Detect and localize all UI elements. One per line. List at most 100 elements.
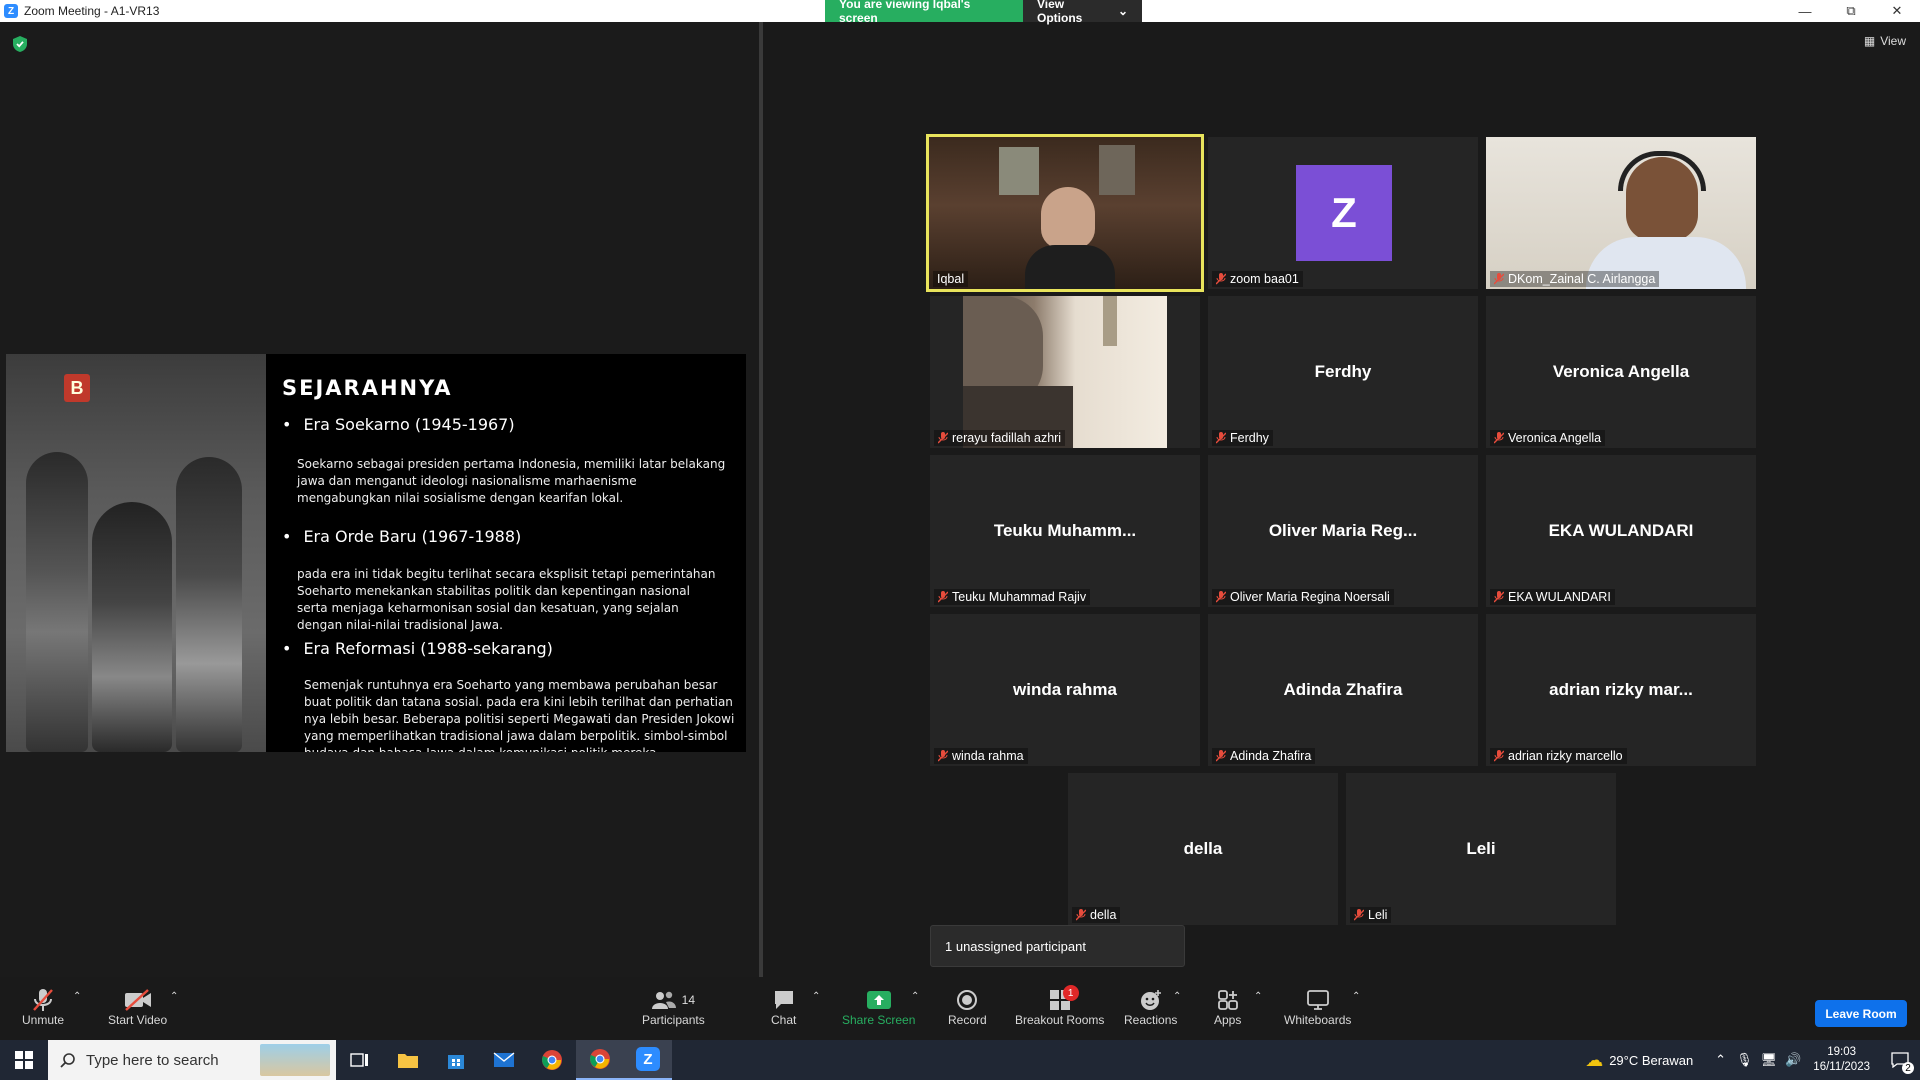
participant-tile[interactable]: EKA WULANDARI EKA WULANDARI	[1486, 455, 1756, 607]
chat-button[interactable]: Chat	[771, 987, 796, 1027]
whiteboards-button[interactable]: Whiteboards	[1284, 987, 1351, 1027]
participant-tile[interactable]: della della	[1068, 773, 1338, 925]
participant-tile[interactable]: Adinda Zhafira Adinda Zhafira	[1208, 614, 1478, 766]
participant-tile[interactable]: adrian rizky mar... adrian rizky marcell…	[1486, 614, 1756, 766]
participant-tile[interactable]: Z zoom baa01	[1208, 137, 1478, 289]
window-controls: — ⧉ ✕	[1782, 0, 1920, 22]
participant-name: Adinda Zhafira	[1212, 748, 1316, 764]
muted-mic-icon	[1494, 432, 1504, 444]
search-icon	[60, 1053, 75, 1068]
reactions-button[interactable]: Reactions	[1124, 987, 1177, 1027]
breakout-rooms-icon: 1	[1049, 985, 1079, 1013]
participant-name: adrian rizky marcello	[1490, 748, 1627, 764]
taskbar-search[interactable]: Type here to search	[48, 1040, 336, 1080]
muted-mic-icon	[1494, 273, 1504, 285]
video-feed	[963, 296, 1167, 448]
share-options-caret[interactable]: ⌃	[911, 991, 919, 1002]
meeting-toolbar: Unmute ⌃ Start Video ⌃ 14 Participants C…	[0, 977, 1920, 1040]
chrome-profile-icon[interactable]	[576, 1040, 624, 1080]
participant-display-name: EKA WULANDARI	[1548, 521, 1694, 540]
notifications-icon[interactable]: 2	[1880, 1040, 1920, 1080]
era-heading: Era Orde Baru (1967-1988)	[282, 527, 521, 546]
unassigned-participant-notice[interactable]: 1 unassigned participant	[930, 925, 1185, 967]
breakout-rooms-button[interactable]: 1 Breakout Rooms	[1015, 985, 1104, 1027]
participant-tile[interactable]: winda rahma winda rahma	[930, 614, 1200, 766]
view-options-button[interactable]: View Options ⌄	[1023, 0, 1142, 25]
participant-tile[interactable]: Iqbal	[926, 134, 1204, 292]
chat-options-caret[interactable]: ⌃	[812, 991, 820, 1002]
participant-tile[interactable]: Ferdhy Ferdhy	[1208, 296, 1478, 448]
clock[interactable]: 19:03 16/11/2023	[1813, 1045, 1870, 1075]
muted-mic-icon	[1216, 432, 1226, 444]
video-feed	[1486, 137, 1756, 289]
notification-count: 2	[1902, 1062, 1914, 1074]
share-screen-button[interactable]: Share Screen	[842, 987, 915, 1027]
participant-display-name: Adinda Zhafira	[1283, 680, 1403, 699]
zoom-app-icon[interactable]: Z	[624, 1040, 672, 1080]
whiteboards-options-caret[interactable]: ⌃	[1352, 991, 1360, 1002]
search-placeholder: Type here to search	[86, 1051, 219, 1069]
participant-tile[interactable]: rerayu fadillah azhri	[930, 296, 1200, 448]
file-explorer-icon[interactable]	[384, 1040, 432, 1080]
leave-room-button[interactable]: Leave Room	[1815, 1000, 1907, 1027]
apps-options-caret[interactable]: ⌃	[1254, 991, 1262, 1002]
muted-mic-icon	[938, 432, 948, 444]
participant-tile[interactable]: Teuku Muhamm... Teuku Muhammad Rajiv	[930, 455, 1200, 607]
view-button[interactable]: ▦ View	[1864, 34, 1906, 48]
unmute-options-caret[interactable]: ⌃	[73, 991, 81, 1002]
slide-logo-icon: B	[64, 374, 90, 402]
reactions-options-caret[interactable]: ⌃	[1173, 991, 1181, 1002]
participant-tile[interactable]: Leli Leli	[1346, 773, 1616, 925]
participants-icon: 14	[651, 987, 696, 1013]
participants-count: 14	[681, 993, 696, 1007]
restore-icon[interactable]: ⧉	[1828, 0, 1874, 22]
participant-tile[interactable]: Veronica Angella Veronica Angella	[1486, 296, 1756, 448]
participant-name: Leli	[1350, 907, 1392, 923]
participant-name: Iqbal	[933, 271, 969, 287]
record-button[interactable]: Record	[948, 987, 987, 1027]
zoom-logo-icon: Z	[4, 4, 18, 18]
participants-button[interactable]: 14 Participants	[642, 987, 705, 1027]
era-description: pada era ini tidak begitu terlihat secar…	[297, 567, 716, 632]
viewing-status: You are viewing Iqbal's screen	[825, 0, 1023, 25]
share-screen-icon	[866, 987, 892, 1013]
participant-tile[interactable]: Oliver Maria Reg... Oliver Maria Regina …	[1208, 455, 1478, 607]
store-icon[interactable]	[432, 1040, 480, 1080]
mail-icon[interactable]	[480, 1040, 528, 1080]
grid-icon: ▦	[1863, 34, 1876, 48]
shield-icon[interactable]	[13, 36, 27, 52]
chrome-icon[interactable]	[528, 1040, 576, 1080]
chevron-down-icon: ⌄	[1117, 4, 1128, 18]
windows-start-icon[interactable]	[0, 1040, 48, 1080]
slide-title: SEJARAHNYA	[282, 376, 453, 400]
participant-tile[interactable]: DKom_Zainal C. Airlangga	[1486, 137, 1756, 289]
participant-name: EKA WULANDARI	[1490, 589, 1615, 605]
breakout-badge: 1	[1062, 985, 1079, 1001]
participant-display-name: della	[1183, 839, 1223, 858]
chevron-up-icon[interactable]: ⌃	[1715, 1052, 1726, 1068]
split-divider[interactable]	[759, 22, 763, 977]
weather-cloud-icon[interactable]: ☁	[1585, 1050, 1603, 1071]
smiley-icon	[1140, 987, 1162, 1013]
apps-button[interactable]: Apps	[1214, 987, 1241, 1027]
muted-mic-icon	[1216, 750, 1226, 762]
participant-name: Veronica Angella	[1490, 430, 1606, 446]
windows-taskbar: Type here to search Z ☁ 29°C Berawan ⌃ 🎙…	[0, 1040, 1920, 1080]
unmute-button[interactable]: Unmute	[22, 987, 64, 1027]
network-icon[interactable]: 🖥	[1761, 1052, 1778, 1068]
task-view-icon[interactable]	[336, 1040, 384, 1080]
weather-status[interactable]: 29°C Berawan	[1609, 1053, 1693, 1068]
start-video-button[interactable]: Start Video	[108, 987, 167, 1027]
close-icon[interactable]: ✕	[1874, 0, 1920, 22]
video-options-caret[interactable]: ⌃	[170, 991, 178, 1002]
participant-name: Ferdhy	[1212, 430, 1273, 446]
muted-mic-icon	[1216, 273, 1226, 285]
window-title: Zoom Meeting - A1-VR13	[24, 4, 160, 18]
muted-mic-icon	[1494, 591, 1504, 603]
microphone-icon[interactable]: 🎙	[1736, 1052, 1753, 1068]
viewing-banner: You are viewing Iqbal's screen View Opti…	[825, 0, 1142, 25]
minimize-icon[interactable]: —	[1782, 0, 1828, 22]
volume-icon[interactable]: 🔊	[1785, 1052, 1801, 1068]
muted-mic-icon	[1216, 591, 1226, 603]
video-off-icon	[124, 987, 152, 1013]
